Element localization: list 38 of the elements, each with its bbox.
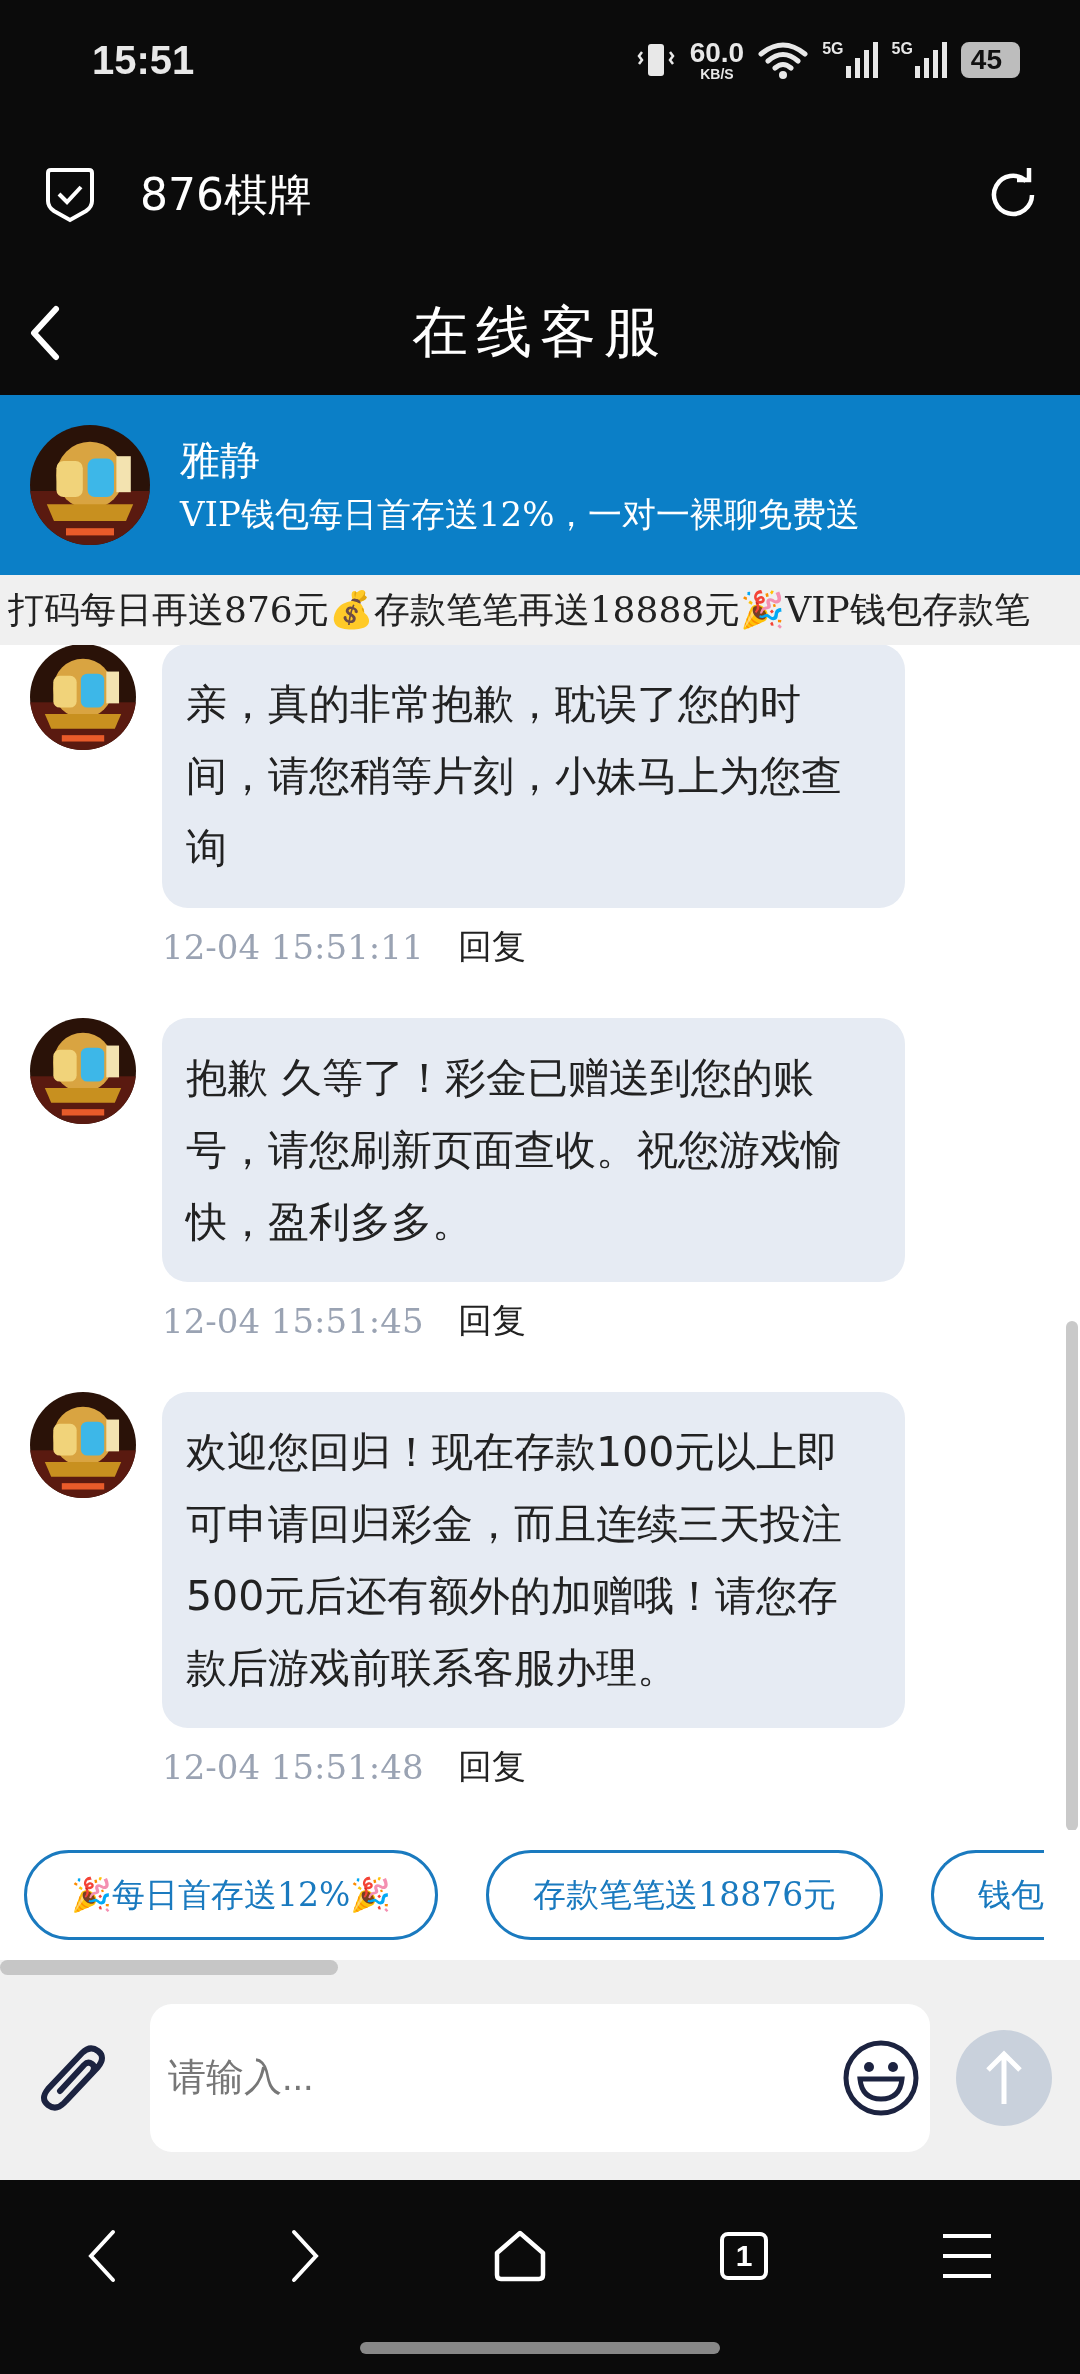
status-time: 15:51	[92, 37, 195, 83]
back-icon[interactable]	[30, 304, 60, 361]
battery-level: 45	[960, 42, 1020, 78]
signal-icon	[843, 40, 878, 80]
input-field[interactable]: 请输入...	[150, 2003, 930, 2152]
tabs-button[interactable]: 1	[720, 2232, 769, 2280]
quick-reply-chip[interactable]: 钱包	[931, 1850, 1045, 1940]
forward-icon[interactable]	[289, 2229, 320, 2283]
quick-reply-chip[interactable]: 存款笔笔送18876元	[486, 1850, 884, 1940]
message-bubble: 欢迎您回归！现在存款100元以上即可申请回归彩金，而且连续三天投注500元后还有额外的加赠哦！请您存款后游戏前联系客服办理。	[162, 1392, 905, 1728]
scrollbar[interactable]	[1066, 1321, 1078, 1830]
message-time: 12-04 15:51:48	[162, 1747, 424, 1787]
network-speed: 60.0	[689, 39, 745, 67]
message-input[interactable]: 请输入...	[166, 2055, 842, 2100]
reply-link[interactable]: 回复	[457, 1298, 526, 1344]
quick-reply-chip[interactable]: 🎉每日首存送12%🎉	[24, 1850, 439, 1940]
message-time: 12-04 15:51:11	[162, 927, 424, 967]
network-type: 5G	[822, 40, 844, 58]
menu-icon[interactable]	[941, 2232, 994, 2280]
scrollbar[interactable]	[0, 1960, 338, 1975]
wifi-icon	[758, 40, 809, 80]
back-icon[interactable]	[86, 2229, 117, 2283]
shield-check-icon[interactable]	[44, 167, 96, 223]
site-title: 876棋牌	[140, 167, 312, 222]
speed-unit: KB/S	[700, 67, 734, 81]
message-time: 12-04 15:51:45	[162, 1301, 424, 1341]
message-bubble: 亲，真的非常抱歉，耽误了您的时间，请您稍等片刻，小妹马上为您查询	[162, 645, 905, 908]
reply-link[interactable]: 回复	[457, 924, 526, 970]
emoji-icon[interactable]	[842, 2038, 920, 2117]
agent-name: 雅静	[180, 435, 261, 485]
network-type: 5G	[891, 40, 913, 58]
page-title: 在线客服	[412, 298, 668, 364]
signal-icon	[912, 40, 947, 80]
reply-link[interactable]: 回复	[457, 1744, 526, 1790]
home-icon[interactable]	[492, 2229, 547, 2283]
marquee-text: 打码每日再送876元💰存款笔笔再送18888元🎉VIP钱包存款笔	[8, 587, 1030, 632]
message-bubble: 抱歉 久等了！彩金已赠送到您的账号，请您刷新页面查收。祝您游戏愉快，盈利多多。	[162, 1018, 905, 1282]
agent-tagline: VIP钱包每日首存送12%，一对一裸聊免费送	[180, 492, 861, 536]
